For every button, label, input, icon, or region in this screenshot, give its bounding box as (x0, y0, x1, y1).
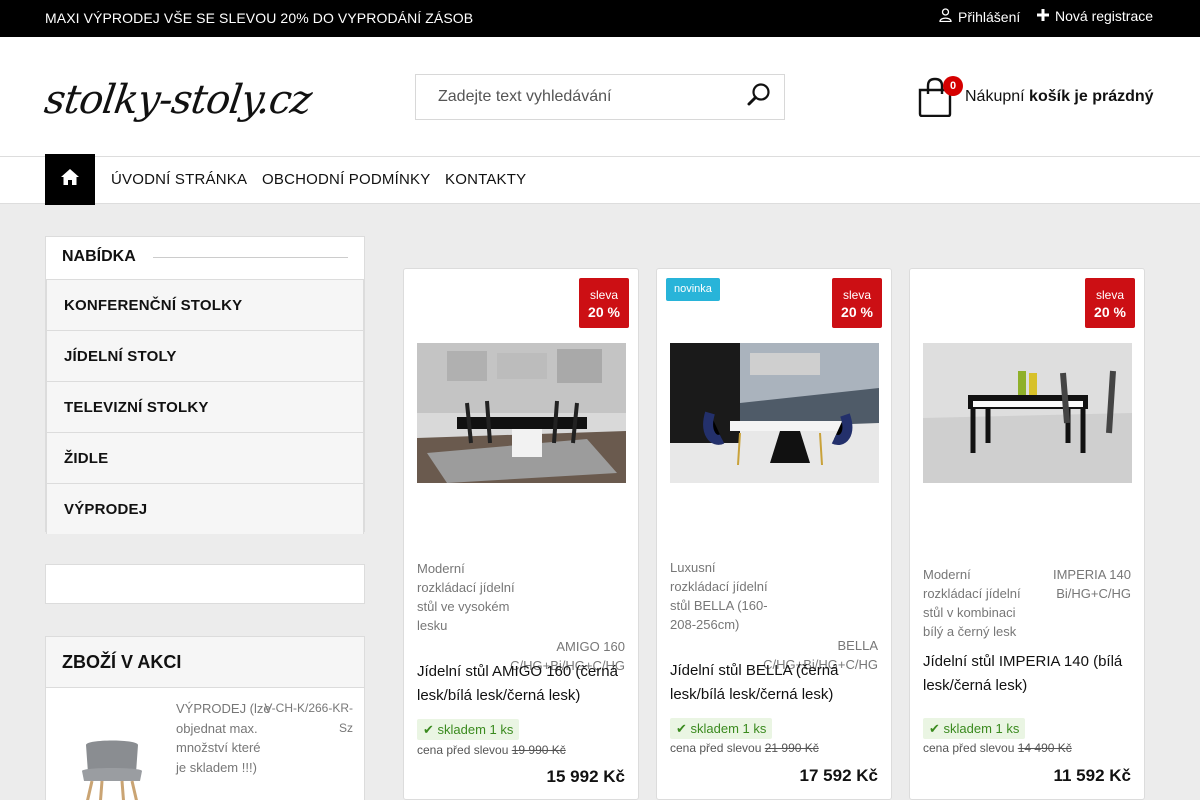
sidebar-item-label: ŽIDLE (64, 450, 109, 467)
product-image[interactable] (417, 343, 626, 483)
product-price: 17 592 Kč (799, 766, 878, 785)
sidebar-item-coffee-tables[interactable]: KONFERENČNÍ STOLKY (46, 279, 364, 330)
sidebar-item-tv-stands[interactable]: TELEVIZNÍ STOLKY (46, 381, 364, 432)
product-image[interactable] (923, 343, 1132, 483)
sale-badge: sleva 20 % (1085, 278, 1135, 328)
site-logo[interactable]: stolky-stoly.cz (42, 77, 314, 123)
featured-offer-code: V-CH-K/266-KR-Sz (264, 701, 353, 735)
empty-panel (45, 564, 365, 604)
search-input[interactable] (416, 75, 736, 119)
product-description: Luxusní rozkládací jídelní stůl BELLA (1… (670, 560, 768, 632)
search-button[interactable] (742, 81, 776, 113)
sidebar-item-chairs[interactable]: ŽIDLE (46, 432, 364, 483)
plus-icon (1037, 8, 1049, 24)
sale-label: sleva (589, 288, 618, 302)
category-menu-title: NABÍDKA (62, 248, 136, 265)
stock-badge: ✔ skladem 1 ks (670, 718, 773, 739)
featured-offer-title: ZBOŽÍ V AKCI (62, 652, 182, 672)
register-label: Nová registrace (1055, 8, 1154, 24)
sale-label: sleva (1095, 288, 1124, 302)
main-nav: ÚVODNÍ STRÁNKA OBCHODNÍ PODMÍNKY KONTAKT… (0, 154, 1200, 205)
divider (153, 257, 348, 258)
sale-value: 20 % (1094, 304, 1126, 320)
sidebar-item-label: TELEVIZNÍ STOLKY (64, 399, 209, 416)
product-card[interactable]: novinka sleva 20 % Luxusní rozkládací jí… (656, 268, 892, 800)
featured-offer-panel: ZBOŽÍ V AKCI VÝPRODEJ (lze objednat max.… (45, 636, 365, 800)
product-card[interactable]: sleva 20 % Moderní rozkládací jídelní st… (403, 268, 639, 800)
original-price-value: 21 990 Kč (764, 741, 819, 755)
sale-badge: sleva 20 % (579, 278, 629, 328)
product-name[interactable]: Jídelní stůl IMPERIA 140 (bílá lesk/čern… (923, 650, 1135, 698)
sidebar-item-dining-tables[interactable]: JÍDELNÍ STOLY (46, 330, 364, 381)
home-button[interactable] (45, 154, 95, 205)
sidebar-item-label: KONFERENČNÍ STOLKY (64, 297, 243, 314)
original-price: cena před slevou 21 990 Kč (670, 741, 819, 755)
home-icon (61, 169, 79, 190)
login-label: Přihlášení (958, 8, 1021, 25)
cart-widget[interactable]: 0 Nákupní košík je prázdný (917, 75, 1157, 119)
product-card[interactable]: sleva 20 % Moderní rozkládací jídelní st… (909, 268, 1145, 800)
chair-product-image[interactable] (72, 737, 152, 800)
register-link[interactable]: Nová registrace (1037, 8, 1153, 24)
top-bar: MAXI VÝPRODEJ VŠE SE SLEVOU 20% DO VYPRO… (0, 0, 1200, 37)
stock-badge: ✔ skladem 1 ks (417, 719, 520, 740)
search-box (415, 74, 785, 120)
nav-item-contacts[interactable]: KONTAKTY (445, 171, 526, 188)
cart-status: košík je prázdný (1029, 88, 1154, 105)
product-code: IMPERIA 140 Bi/HG+C/HG (1052, 567, 1131, 601)
category-menu: NABÍDKA KONFERENČNÍ STOLKY JÍDELNÍ STOLY… (45, 236, 365, 534)
product-image[interactable] (670, 343, 879, 483)
sale-badge: sleva 20 % (832, 278, 882, 328)
product-name[interactable]: Jídelní stůl AMIGO 160 (černá lesk/bílá … (417, 660, 629, 708)
nav-item-home[interactable]: ÚVODNÍ STRÁNKA (111, 171, 247, 188)
cart-label: Nákupní (965, 88, 1025, 105)
header: stolky-stoly.cz 0 Nákupní košík je prázd… (0, 37, 1200, 157)
product-description: Moderní rozkládací jídelní stůl ve vysok… (417, 561, 515, 633)
product-price: 15 992 Kč (546, 767, 625, 786)
category-menu-header: NABÍDKA (46, 237, 364, 279)
cart-count-badge: 0 (943, 76, 963, 96)
check-icon: ✔ (929, 721, 940, 736)
user-icon (939, 8, 952, 25)
promo-banner: MAXI VÝPRODEJ VŠE SE SLEVOU 20% DO VYPRO… (45, 10, 474, 26)
search-icon (746, 82, 772, 113)
original-price-label: cena před slevou (417, 743, 509, 757)
check-icon: ✔ (676, 721, 687, 736)
original-price: cena před slevou 19 990 Kč (417, 743, 566, 757)
sidebar-item-sale[interactable]: VÝPRODEJ (46, 483, 364, 534)
original-price-label: cena před slevou (670, 741, 762, 755)
original-price-value: 19 990 Kč (511, 743, 566, 757)
featured-offer-header: ZBOŽÍ V AKCI (46, 637, 364, 688)
sidebar-item-label: VÝPRODEJ (64, 501, 148, 518)
stock-text: skladem 1 ks (690, 721, 767, 736)
stock-text: skladem 1 ks (437, 722, 514, 737)
login-link[interactable]: Přihlášení (939, 8, 1020, 25)
original-price: cena před slevou 14 490 Kč (923, 741, 1072, 755)
sidebar-item-label: JÍDELNÍ STOLY (64, 348, 177, 365)
stock-badge: ✔ skladem 1 ks (923, 718, 1026, 739)
original-price-value: 14 490 Kč (1017, 741, 1072, 755)
new-badge: novinka (666, 278, 720, 301)
product-name[interactable]: Jídelní stůl BELLA (černá lesk/bílá lesk… (670, 659, 882, 707)
stock-text: skladem 1 ks (943, 721, 1020, 736)
sale-value: 20 % (588, 304, 620, 320)
sale-label: sleva (842, 288, 871, 302)
check-icon: ✔ (423, 722, 434, 737)
featured-offer-description: VÝPRODEJ (lze objednat max. množství kte… (176, 701, 271, 775)
original-price-label: cena před slevou (923, 741, 1015, 755)
nav-item-terms[interactable]: OBCHODNÍ PODMÍNKY (262, 171, 430, 188)
product-price: 11 592 Kč (1053, 766, 1131, 785)
sale-value: 20 % (841, 304, 873, 320)
cart-text: Nákupní košík je prázdný (965, 88, 1154, 106)
